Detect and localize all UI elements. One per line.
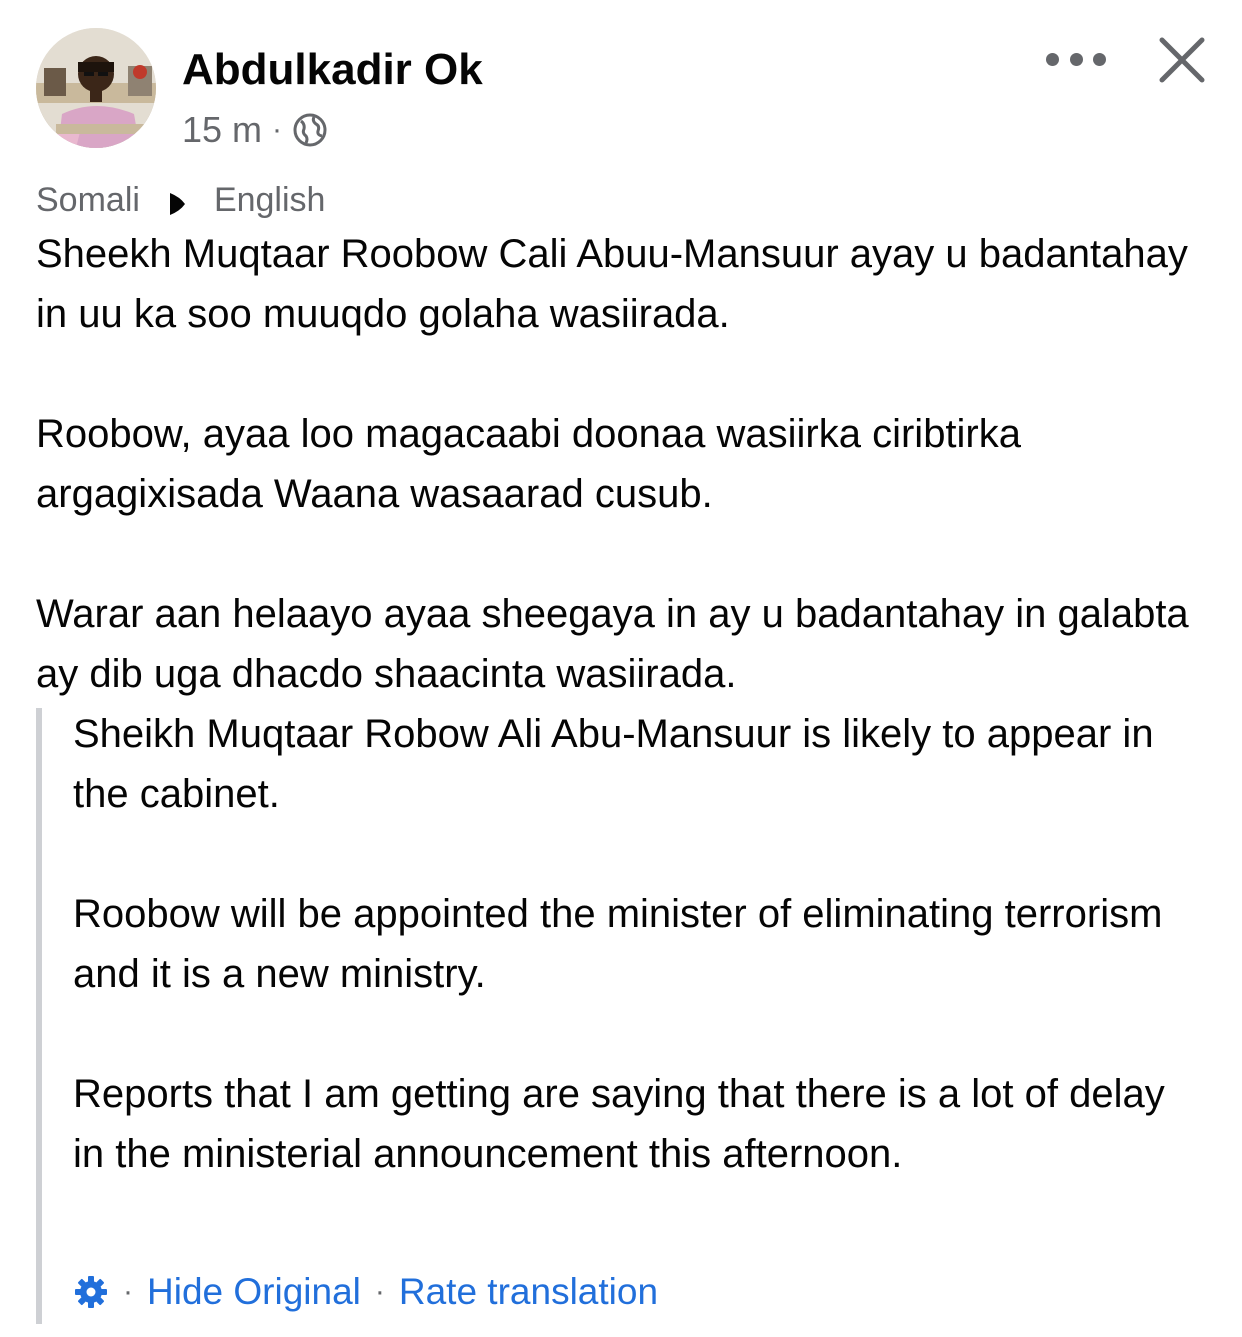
globe-icon[interactable] — [292, 112, 328, 148]
action-separator: · — [123, 1275, 133, 1308]
original-post-text: Sheekh Muqtaar Roobow Cali Abuu-Mansuur … — [36, 224, 1206, 704]
target-language: English — [213, 180, 326, 219]
close-icon[interactable] — [1154, 32, 1210, 88]
play-arrow-icon — [168, 187, 188, 215]
meta-separator: · — [272, 113, 283, 146]
translation-block: Sheikh Muqtaar Robow Ali Abu-Mansuur is … — [36, 708, 1212, 1324]
translation-actions: · Hide Original · Rate translation — [73, 1268, 658, 1316]
original-paragraph: Roobow, ayaa loo magacaabi doonaa wasiir… — [36, 412, 1021, 516]
translated-text: Sheikh Muqtaar Robow Ali Abu-Mansuur is … — [73, 704, 1193, 1184]
post-timestamp[interactable]: 15 m — [182, 109, 262, 151]
more-options-icon[interactable] — [1046, 42, 1106, 76]
source-language: Somali — [36, 180, 140, 219]
translated-paragraph: Sheikh Muqtaar Robow Ali Abu-Mansuur is … — [73, 712, 1154, 816]
avatar-image — [36, 28, 156, 148]
translation-language-row: Somali English — [36, 178, 325, 222]
hide-original-link[interactable]: Hide Original — [147, 1271, 361, 1313]
post-meta: 15 m · — [182, 108, 328, 152]
translated-paragraph: Reports that I am getting are saying tha… — [73, 1072, 1165, 1176]
author-name[interactable]: Abdulkadir Ok — [182, 42, 483, 98]
post-header: Abdulkadir Ok 15 m · — [36, 28, 1216, 158]
gear-icon[interactable] — [73, 1274, 109, 1310]
original-paragraph: Warar aan helaayo ayaa sheegaya in ay u … — [36, 592, 1189, 696]
action-separator: · — [374, 1275, 385, 1308]
original-paragraph: Sheekh Muqtaar Roobow Cali Abuu-Mansuur … — [36, 232, 1188, 336]
rate-translation-link[interactable]: Rate translation — [399, 1271, 658, 1313]
translated-paragraph: Roobow will be appointed the minister of… — [73, 892, 1163, 996]
avatar[interactable] — [36, 28, 156, 148]
